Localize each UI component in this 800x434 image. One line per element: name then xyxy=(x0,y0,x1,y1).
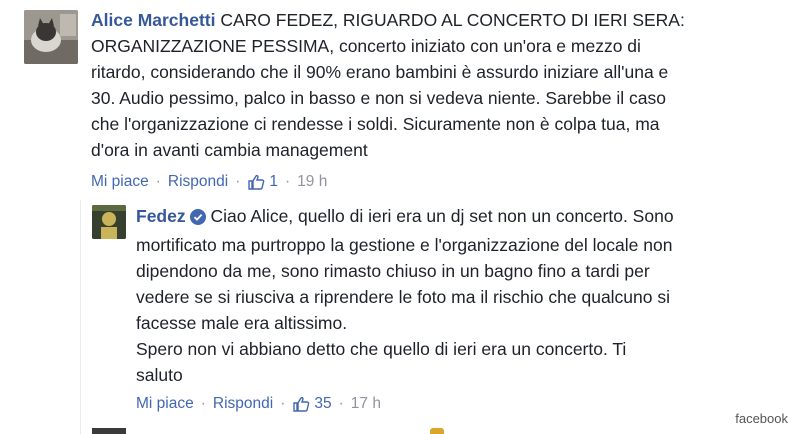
separator-dot: · xyxy=(155,173,161,190)
reply-line-0: Fedez Ciao Alice, quello di ieri era un … xyxy=(136,203,786,232)
timestamp[interactable]: 19 h xyxy=(297,173,327,191)
reply-button[interactable]: Rispondi xyxy=(213,395,273,413)
verified-badge-icon xyxy=(189,206,206,232)
timestamp[interactable]: 17 h xyxy=(351,395,381,413)
reply-actions: Mi piace · Rispondi · 35 · 17 h xyxy=(136,395,381,413)
separator-dot: · xyxy=(280,395,286,412)
comment-text-line: 30. Audio pessimo, palco in basso e non … xyxy=(91,88,666,108)
reply-text-line: Ciao Alice, quello di ieri era un dj set… xyxy=(210,206,674,226)
next-comment-avatar[interactable] xyxy=(92,428,126,434)
separator-dot: · xyxy=(200,395,206,412)
avatar-fedez[interactable] xyxy=(92,205,126,239)
next-comment-partial xyxy=(430,428,444,434)
like-button[interactable]: Mi piace xyxy=(91,173,149,191)
like-count-value: 1 xyxy=(269,173,278,190)
profile-photo-icon xyxy=(92,205,126,239)
reply-text-line: saluto xyxy=(136,365,183,385)
reply-button[interactable]: Rispondi xyxy=(168,173,228,191)
cat-photo-icon xyxy=(24,10,78,64)
like-count[interactable]: 35 xyxy=(292,395,332,413)
comment-line-0: Alice Marchetti CARO FEDEZ, RIGUARDO AL … xyxy=(91,7,791,33)
thumbs-up-icon xyxy=(248,174,265,190)
watermark: facebook xyxy=(735,411,788,426)
comment-text-line: ritardo, considerando che il 90% erano b… xyxy=(91,62,669,82)
separator-dot: · xyxy=(235,173,241,190)
comment-actions: Mi piace · Rispondi · 1 · 19 h xyxy=(91,173,327,191)
reply-text-line: facesse male era altissimo. xyxy=(136,313,348,333)
comment-text-line: ORGANIZZAZIONE PESSIMA, concerto iniziat… xyxy=(91,36,641,56)
reply-text-line: dipendono da me, sono rimasto chiuso in … xyxy=(136,261,650,281)
comment-text-line: che l'organizzazione ci rendesse i soldi… xyxy=(91,114,660,134)
reply-text-line: vedere se si riusciva a riprendere le fo… xyxy=(136,287,671,307)
thumbs-up-icon xyxy=(293,396,310,412)
like-button[interactable]: Mi piace xyxy=(136,395,194,413)
like-count[interactable]: 1 xyxy=(247,173,278,191)
avatar-alice[interactable] xyxy=(24,10,78,64)
reply-thread-line xyxy=(80,200,81,434)
author-name-alice[interactable]: Alice Marchetti xyxy=(91,10,215,30)
reply-text-line: mortificato ma purtroppo la gestione e l… xyxy=(136,235,673,255)
reply-text-line: Spero non vi abbiano detto che quello di… xyxy=(136,339,627,359)
author-name-fedez[interactable]: Fedez xyxy=(136,206,186,226)
comment-text-line: d'ora in avanti cambia management xyxy=(91,140,368,160)
separator-dot: · xyxy=(338,395,344,412)
like-count-value: 35 xyxy=(314,395,332,412)
comment-text-line: CARO FEDEZ, RIGUARDO AL CONCERTO DI IERI… xyxy=(220,10,685,30)
separator-dot: · xyxy=(285,173,291,190)
